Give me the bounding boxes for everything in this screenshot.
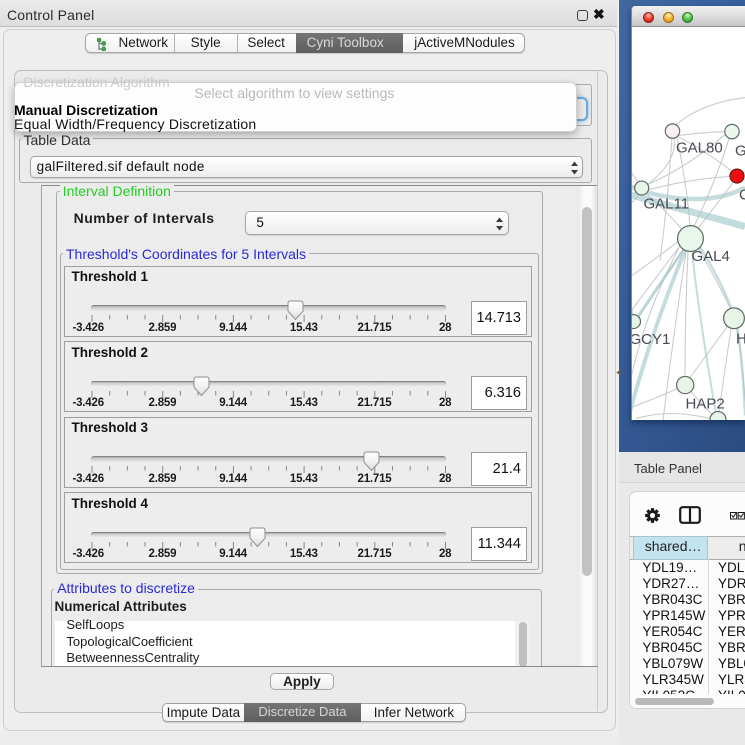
svg-text:GAL4: GAL4 — [692, 248, 730, 265]
svg-text:GAL11: GAL11 — [644, 195, 690, 212]
svg-text:H: H — [736, 330, 745, 347]
svg-text:GCY1: GCY1 — [632, 331, 670, 348]
svg-text:HAP2: HAP2 — [686, 395, 725, 412]
svg-text:C: C — [739, 186, 745, 203]
svg-text:GA: GA — [735, 142, 745, 159]
svg-text:GAL80: GAL80 — [676, 139, 723, 156]
